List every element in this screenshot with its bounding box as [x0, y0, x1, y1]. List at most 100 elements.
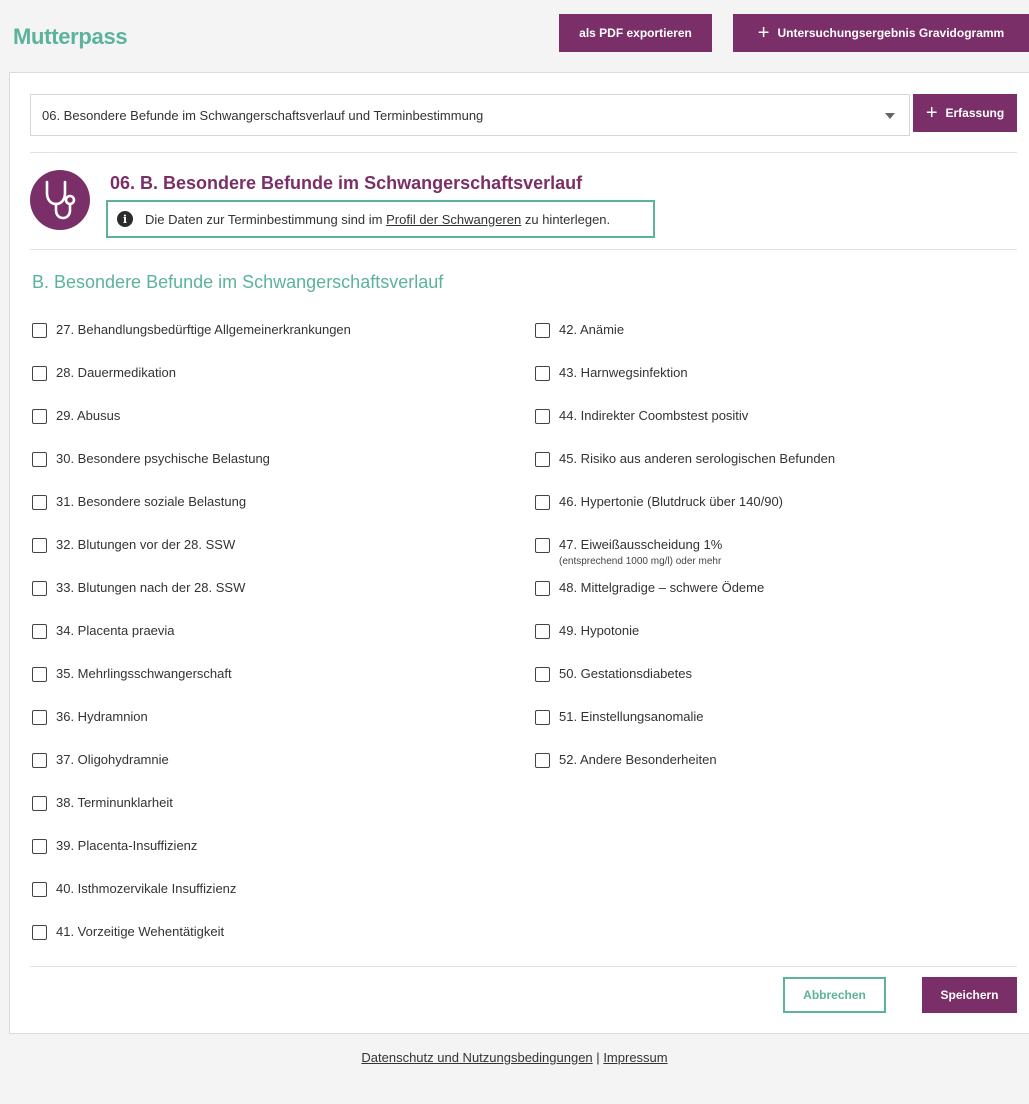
add-exam-result-label: Untersuchungsergebnis Gravidogramm [777, 26, 1005, 40]
finding-47-checkbox[interactable]: 47. Eiweißausscheidung 1% (entsprechend 1… [535, 537, 835, 580]
finding-label: 37. Oligohydramnie [56, 752, 169, 767]
checkbox-box[interactable] [32, 925, 47, 940]
finding-label: 38. Terminunklarheit [56, 795, 173, 810]
finding-label: 32. Blutungen vor der 28. SSW [56, 537, 236, 552]
finding-label: 39. Placenta-Insuffizienz [56, 838, 198, 853]
section-select-value: 06. Besondere Befunde im Schwangerschaft… [42, 107, 484, 123]
save-button[interactable]: Speichern [922, 977, 1017, 1013]
checkbox-box[interactable] [32, 710, 47, 725]
checkbox-box[interactable] [32, 624, 47, 639]
checkbox-box[interactable] [535, 667, 550, 682]
info-text-prefix: Die Daten zur Terminbestimmung sind im [145, 211, 383, 227]
finding-48-checkbox[interactable]: 48. Mittelgradige – schwere Ödeme [535, 580, 835, 623]
checkbox-box[interactable] [535, 409, 550, 424]
checkbox-box[interactable] [535, 581, 550, 596]
findings-subheading: B. Besondere Befunde im Schwangerschafts… [32, 272, 444, 292]
plus-icon: + [925, 102, 938, 124]
checkbox-box[interactable] [32, 538, 47, 553]
finding-label: 45. Risiko aus anderen serologischen Bef… [559, 451, 836, 466]
checkbox-box[interactable] [535, 452, 550, 467]
finding-35-checkbox[interactable]: 35. Mehrlingsschwangerschaft [32, 666, 351, 709]
checkbox-box[interactable] [32, 409, 47, 424]
finding-label: 33. Blutungen nach der 28. SSW [56, 580, 246, 595]
finding-label: 41. Vorzeitige Wehentätigkeit [56, 924, 225, 939]
finding-label: 27. Behandlungsbedürftige Allgemeinerkra… [56, 322, 351, 337]
footer-separator: | [596, 1050, 600, 1065]
finding-label: 31. Besondere soziale Belastung [56, 494, 247, 509]
cancel-button[interactable]: Abbrechen [783, 977, 886, 1013]
imprint-link[interactable]: Impressum [603, 1050, 667, 1065]
finding-29-checkbox[interactable]: 29. Abusus [32, 408, 351, 451]
finding-37-checkbox[interactable]: 37. Oligohydramnie [32, 752, 351, 795]
finding-33-checkbox[interactable]: 33. Blutungen nach der 28. SSW [32, 580, 351, 623]
checkbox-box[interactable] [32, 366, 47, 381]
pregnant-profile-link[interactable]: Profil der Schwangeren [386, 212, 521, 227]
finding-27-checkbox[interactable]: 27. Behandlungsbedürftige Allgemeinerkra… [32, 322, 351, 365]
finding-28-checkbox[interactable]: 28. Dauermedikation [32, 365, 351, 408]
export-pdf-button[interactable]: als PDF exportieren [559, 14, 712, 52]
finding-41-checkbox[interactable]: 41. Vorzeitige Wehentätigkeit [32, 924, 351, 967]
findings-column-right: 42. Anämie 43. Harnwegsinfektion 44. Ind… [535, 322, 835, 795]
finding-label: 42. Anämie [559, 322, 625, 337]
finding-34-checkbox[interactable]: 34. Placenta praevia [32, 623, 351, 666]
finding-51-checkbox[interactable]: 51. Einstellungsanomalie [535, 709, 835, 752]
footer: Datenschutz und Nutzungsbedingungen | Im… [0, 1050, 1029, 1065]
finding-46-checkbox[interactable]: 46. Hypertonie (Blutdruck über 140/90) [535, 494, 835, 537]
checkbox-box[interactable] [535, 366, 550, 381]
finding-43-checkbox[interactable]: 43. Harnwegsinfektion [535, 365, 835, 408]
finding-label: 47. Eiweißausscheidung 1% (entsprechend 1… [559, 537, 722, 568]
checkbox-box[interactable] [32, 753, 47, 768]
finding-49-checkbox[interactable]: 49. Hypotonie [535, 623, 835, 666]
finding-44-checkbox[interactable]: 44. Indirekter Coombstest positiv [535, 408, 835, 451]
finding-52-checkbox[interactable]: 52. Andere Besonderheiten [535, 752, 835, 795]
info-notice: i Die Daten zur Terminbestimmung sind im… [106, 200, 655, 238]
section-select[interactable]: 06. Besondere Befunde im Schwangerschaft… [30, 94, 910, 136]
checkbox-box[interactable] [535, 624, 550, 639]
privacy-link[interactable]: Datenschutz und Nutzungsbedingungen [361, 1050, 592, 1065]
checkbox-box[interactable] [32, 796, 47, 811]
finding-50-checkbox[interactable]: 50. Gestationsdiabetes [535, 666, 835, 709]
finding-31-checkbox[interactable]: 31. Besondere soziale Belastung [32, 494, 351, 537]
checkbox-box[interactable] [32, 495, 47, 510]
add-exam-result-button[interactable]: + Untersuchungsergebnis Gravidogramm [733, 14, 1029, 52]
checkbox-box[interactable] [32, 839, 47, 854]
add-entry-label: Erfassung [945, 106, 1005, 120]
checkbox-box[interactable] [32, 452, 47, 467]
finding-label: 50. Gestationsdiabetes [559, 666, 692, 681]
finding-30-checkbox[interactable]: 30. Besondere psychische Belastung [32, 451, 351, 494]
checkbox-box[interactable] [535, 538, 550, 553]
finding-32-checkbox[interactable]: 32. Blutungen vor der 28. SSW [32, 537, 351, 580]
checkbox-box[interactable] [32, 882, 47, 897]
checkbox-box[interactable] [32, 667, 47, 682]
finding-47-sublabel: (entsprechend 1000 mg/l) oder mehr [559, 556, 722, 567]
finding-39-checkbox[interactable]: 39. Placenta-Insuffizienz [32, 838, 351, 881]
finding-label: 34. Placenta praevia [56, 623, 175, 638]
finding-38-checkbox[interactable]: 38. Terminunklarheit [32, 795, 351, 838]
finding-label: 30. Besondere psychische Belastung [56, 451, 270, 466]
checkbox-box[interactable] [32, 581, 47, 596]
info-text-suffix: zu hinterlegen. [524, 211, 611, 227]
finding-label: 29. Abusus [56, 408, 121, 423]
stethoscope-icon [30, 170, 90, 230]
checkbox-box[interactable] [32, 323, 47, 338]
finding-42-checkbox[interactable]: 42. Anämie [535, 322, 835, 365]
add-entry-button[interactable]: + Erfassung [913, 94, 1017, 132]
finding-label: 36. Hydramnion [56, 709, 148, 724]
divider [30, 249, 1017, 250]
finding-40-checkbox[interactable]: 40. Isthmozervikale Insuffizienz [32, 881, 351, 924]
finding-label: 44. Indirekter Coombstest positiv [559, 408, 749, 423]
plus-icon: + [757, 22, 770, 44]
checkbox-box[interactable] [535, 710, 550, 725]
checkbox-box[interactable] [535, 495, 550, 510]
finding-label: 46. Hypertonie (Blutdruck über 140/90) [559, 494, 784, 509]
top-bar: Mutterpass als PDF exportieren + Untersu… [0, 0, 1029, 72]
caret-down-icon [885, 113, 895, 119]
divider [30, 152, 1017, 153]
finding-45-checkbox[interactable]: 45. Risiko aus anderen serologischen Bef… [535, 451, 835, 494]
finding-label: 51. Einstellungsanomalie [559, 709, 704, 724]
finding-36-checkbox[interactable]: 36. Hydramnion [32, 709, 351, 752]
checkbox-box[interactable] [535, 323, 550, 338]
checkbox-box[interactable] [535, 753, 550, 768]
info-icon: i [117, 211, 133, 227]
finding-label: 40. Isthmozervikale Insuffizienz [56, 881, 237, 896]
